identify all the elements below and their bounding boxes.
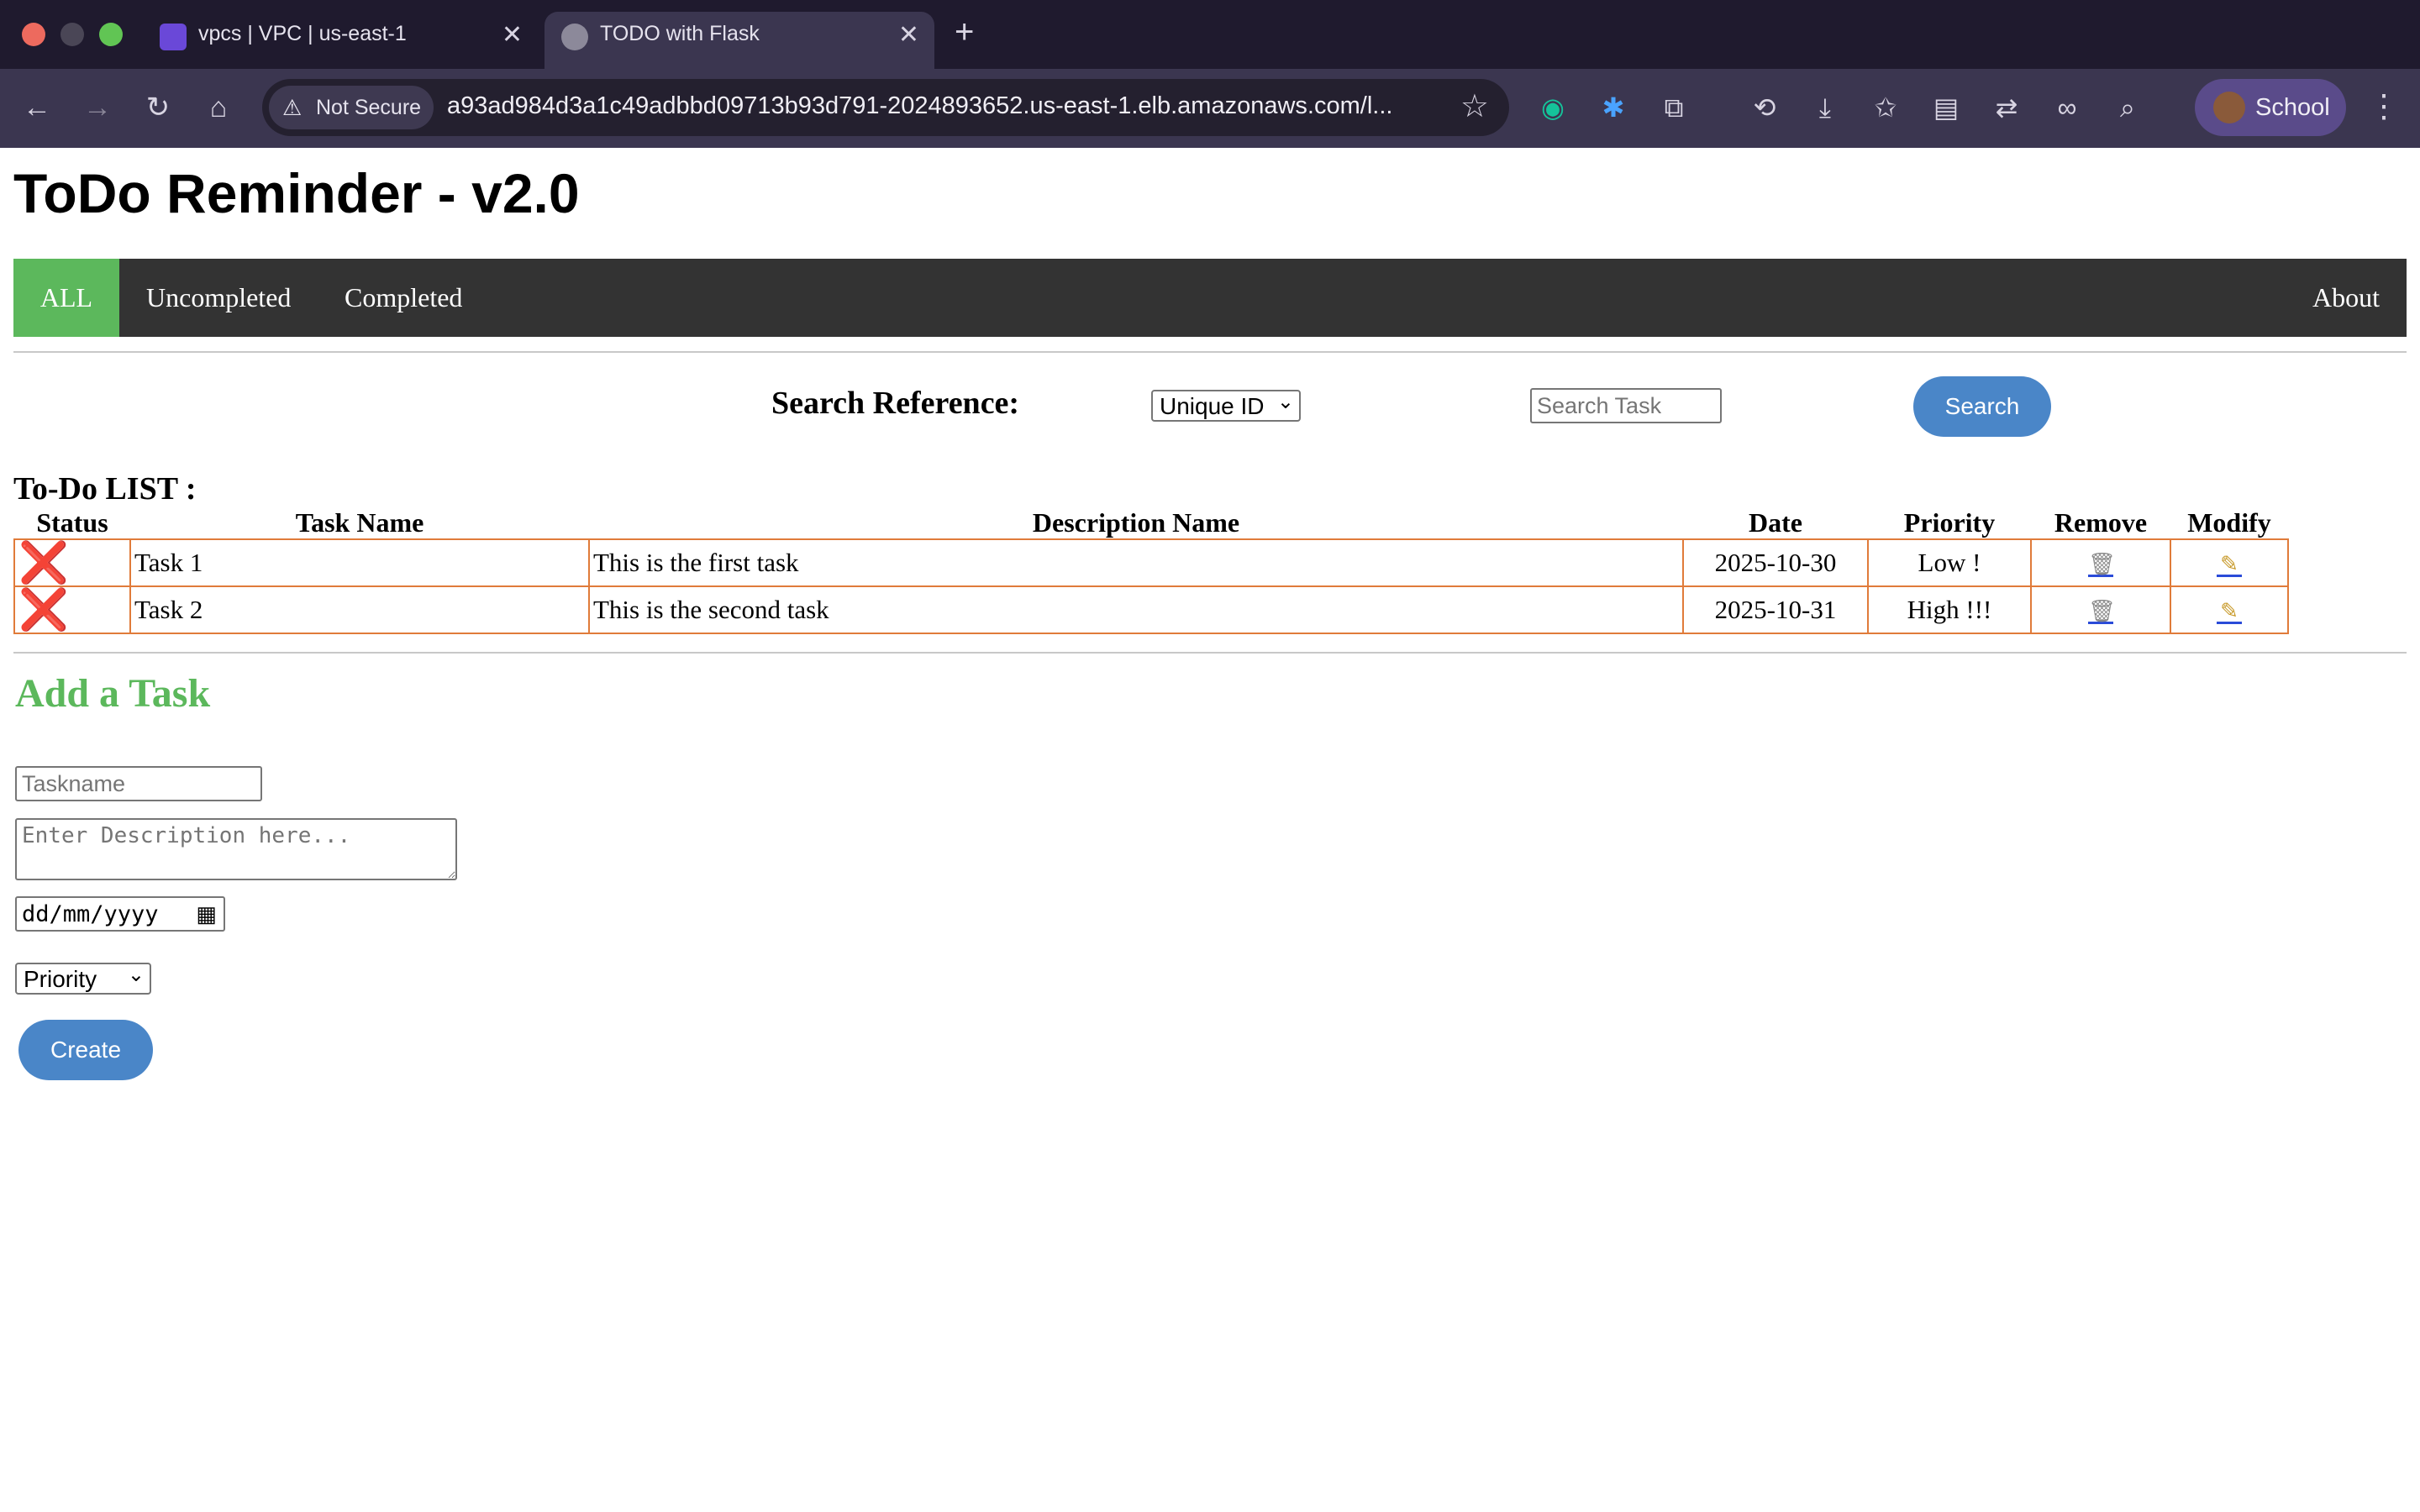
url-text[interactable]: a93ad984d3a1c49adbbd09713b93d791-2024893…	[447, 92, 1392, 120]
todo-table: Status Task Name Description Name Date P…	[13, 507, 2289, 634]
address-bar[interactable]: ⚠ Not Secure a93ad984d3a1c49adbbd09713b9…	[262, 79, 1509, 136]
reload-icon[interactable]: ↻	[138, 87, 178, 128]
description-textarea[interactable]	[15, 818, 457, 880]
trash-icon[interactable]: 🗑	[2088, 599, 2116, 624]
task-name-cell: Task 2	[129, 585, 590, 634]
incomplete-x-icon[interactable]: ❌	[18, 539, 69, 586]
nav-about[interactable]: About	[2312, 259, 2380, 337]
header-date: Date	[1749, 507, 1802, 538]
description-cell: This is the first task	[588, 538, 1684, 587]
browser-toolbar: ← → ↻ ⌂ ⚠ Not Secure a93ad984d3a1c49adbb…	[0, 69, 2420, 148]
close-icon[interactable]: ✕	[898, 20, 919, 50]
profile-name: School	[2255, 94, 2330, 121]
remove-cell: 🗑	[2030, 538, 2171, 587]
tab-title: TODO with Flask	[600, 22, 760, 45]
bookmark-star-icon[interactable]: ☆	[1460, 87, 1489, 125]
search-reference-select[interactable]: Unique ID ⌄	[1151, 390, 1301, 422]
taskname-input[interactable]	[15, 766, 262, 801]
divider	[13, 351, 2407, 353]
forward-icon[interactable]: →	[77, 87, 118, 128]
browser-titlebar: vpcs | VPC | us-east-1 ✕ TODO with Flask…	[0, 0, 2420, 69]
grammarly-icon[interactable]: ◉	[1534, 89, 1571, 126]
incomplete-x-icon[interactable]: ❌	[18, 586, 69, 633]
download-icon[interactable]: ⤓	[1807, 89, 1844, 126]
header-task-name: Task Name	[295, 507, 424, 538]
tab-vpcs[interactable]: vpcs | VPC | us-east-1 ✕	[143, 12, 538, 69]
zoom-window-button[interactable]	[99, 23, 123, 46]
avatar	[2213, 92, 2245, 123]
add-task-title: Add a Task	[15, 671, 211, 716]
tab-title: vpcs | VPC | us-east-1	[198, 22, 407, 45]
edit-icon[interactable]: ✎	[2217, 552, 2242, 577]
select-value: Priority	[24, 966, 97, 992]
link-icon[interactable]: ∞	[2049, 89, 2086, 126]
chevron-down-icon: ⌄	[127, 963, 145, 986]
date-input[interactable]: dd/mm/yyyy ▦	[15, 896, 225, 932]
more-menu-icon[interactable]: ⋮	[2368, 87, 2400, 125]
date-cell: 2025-10-30	[1682, 538, 1869, 587]
calendar-icon[interactable]: ▦	[196, 901, 217, 927]
page-content: ToDo Reminder - v2.0 ALL Uncompleted Com…	[0, 148, 2420, 1512]
priority-cell: High !!!	[1867, 585, 2032, 634]
extensions-puzzle-icon[interactable]: ⧉	[1655, 89, 1692, 126]
description-cell: This is the second task	[588, 585, 1684, 634]
table-header-row: Status Task Name Description Name Date P…	[14, 507, 2288, 539]
globe-icon	[561, 24, 588, 50]
warning-icon: ⚠	[282, 95, 302, 120]
modify-cell: ✎	[2170, 585, 2289, 634]
minimize-window-button[interactable]	[60, 23, 84, 46]
header-description: Description Name	[1032, 507, 1240, 538]
date-cell: 2025-10-31	[1682, 585, 1869, 634]
home-icon[interactable]: ⌂	[198, 87, 239, 128]
status-cell: ❌	[13, 585, 131, 634]
history-icon[interactable]: ⟲	[1746, 89, 1783, 126]
priority-select[interactable]: Priority ⌄	[15, 963, 151, 995]
chevron-down-icon: ⌄	[1276, 391, 1294, 413]
screen-search-icon[interactable]: ⌕	[2109, 89, 2146, 126]
aws-vpc-icon	[160, 24, 187, 50]
security-label: Not Secure	[316, 96, 422, 119]
task-name-cell: Task 1	[129, 538, 590, 587]
todo-list-title: To-Do LIST :	[13, 471, 197, 507]
select-value: Unique ID	[1160, 393, 1265, 419]
new-tab-button[interactable]: +	[955, 13, 974, 51]
header-priority: Priority	[1903, 507, 1996, 538]
profile-button[interactable]: School	[2195, 79, 2346, 136]
table-row: ❌ Task 1 This is the first task 2025-10-…	[13, 538, 2289, 587]
date-placeholder: dd/mm/yyyy	[22, 901, 159, 927]
search-label: Search Reference:	[771, 386, 1020, 421]
header-status: Status	[36, 507, 108, 538]
divider	[13, 652, 2407, 654]
page-title: ToDo Reminder - v2.0	[13, 162, 580, 224]
remove-cell: 🗑	[2030, 585, 2171, 634]
translate-icon[interactable]: ⇄	[1988, 89, 2025, 126]
priority-cell: Low !	[1867, 538, 2032, 587]
top-nav: ALL Uncompleted Completed About	[13, 259, 2407, 337]
edit-icon[interactable]: ✎	[2217, 599, 2242, 624]
back-icon[interactable]: ←	[17, 87, 57, 128]
modify-cell: ✎	[2170, 538, 2289, 587]
close-window-button[interactable]	[22, 23, 45, 46]
reading-list-icon[interactable]: ▤	[1928, 89, 1965, 126]
header-remove: Remove	[2054, 507, 2148, 538]
close-icon[interactable]: ✕	[502, 20, 523, 50]
table-row: ❌ Task 2 This is the second task 2025-10…	[13, 585, 2289, 634]
search-button[interactable]: Search	[1913, 376, 2051, 437]
create-button[interactable]: Create	[18, 1020, 153, 1080]
trash-icon[interactable]: 🗑	[2088, 552, 2116, 577]
security-chip[interactable]: ⚠ Not Secure	[269, 86, 434, 129]
search-input[interactable]	[1530, 388, 1722, 423]
nav-uncompleted[interactable]: Uncompleted	[146, 259, 291, 337]
nav-all[interactable]: ALL	[13, 259, 119, 337]
tab-todo-flask[interactable]: TODO with Flask ✕	[544, 12, 934, 69]
favorites-icon[interactable]: ✩	[1867, 89, 1904, 126]
nav-completed[interactable]: Completed	[345, 259, 462, 337]
header-modify: Modify	[2187, 507, 2271, 538]
extension-sparkle-icon[interactable]: ✱	[1595, 89, 1632, 126]
status-cell: ❌	[13, 538, 131, 587]
